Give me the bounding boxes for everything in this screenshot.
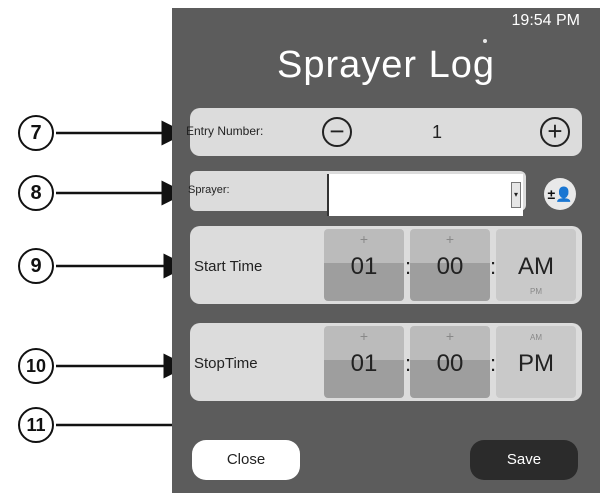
camera-dot bbox=[483, 39, 487, 43]
start-ampm-value: AM bbox=[518, 253, 554, 280]
add-remove-person-button[interactable]: ±👤 bbox=[544, 178, 576, 210]
sprayer-log-screen: 19:54 PM Sprayer Log Entry Number: − 1 +… bbox=[172, 8, 600, 493]
stop-ampm-alt[interactable]: AM bbox=[496, 333, 576, 342]
callout-9: 9 bbox=[18, 248, 54, 284]
stop-hour-plus[interactable]: + bbox=[324, 328, 404, 344]
callout-11: 11 bbox=[18, 407, 54, 443]
status-clock: 19:54 PM bbox=[511, 12, 580, 29]
start-hour-value: 01 bbox=[350, 253, 378, 280]
dropdown-arrow-icon[interactable]: ▾ bbox=[511, 182, 521, 208]
stop-minute-spinner[interactable]: + 00 bbox=[410, 326, 490, 398]
start-minute-plus[interactable]: + bbox=[410, 231, 490, 247]
stop-time-label: StopTime bbox=[194, 355, 258, 372]
minus-icon: − bbox=[329, 116, 345, 146]
decrement-button[interactable]: − bbox=[322, 117, 352, 147]
start-hour-plus[interactable]: + bbox=[324, 231, 404, 247]
stop-hour-spinner[interactable]: + 01 bbox=[324, 326, 404, 398]
stop-minute-plus[interactable]: + bbox=[410, 328, 490, 344]
entry-number-label: Entry Number: bbox=[186, 124, 264, 138]
callout-7: 7 bbox=[18, 115, 54, 151]
page-title: Sprayer Log bbox=[276, 44, 495, 86]
entry-number-value: 1 bbox=[432, 122, 443, 142]
entry-number-panel: Entry Number: − 1 + bbox=[186, 108, 582, 156]
stop-minute-value: 00 bbox=[436, 350, 464, 377]
start-minute-spinner[interactable]: + 00 bbox=[410, 229, 490, 301]
stop-hour-value: 01 bbox=[350, 350, 378, 377]
callout-10: 10 bbox=[18, 348, 54, 384]
start-ampm-spinner[interactable]: AM PM bbox=[496, 229, 576, 301]
sprayer-label: Sprayer: bbox=[188, 184, 230, 196]
stop-ampm-spinner[interactable]: AM PM bbox=[496, 326, 576, 398]
start-ampm-alt[interactable]: PM bbox=[496, 287, 576, 296]
stop-ampm-value: PM bbox=[518, 350, 554, 377]
close-button[interactable]: Close bbox=[192, 440, 300, 480]
save-button[interactable]: Save bbox=[470, 440, 578, 480]
person-plus-minus-icon: ±👤 bbox=[547, 186, 573, 202]
callout-8: 8 bbox=[18, 175, 54, 211]
sprayer-select[interactable]: ▾ bbox=[327, 174, 523, 216]
start-hour-spinner[interactable]: + 01 bbox=[324, 229, 404, 301]
start-time-label: Start Time bbox=[194, 258, 263, 275]
increment-button[interactable]: + bbox=[540, 117, 570, 147]
plus-icon: + bbox=[547, 116, 563, 146]
start-minute-value: 00 bbox=[436, 253, 464, 280]
